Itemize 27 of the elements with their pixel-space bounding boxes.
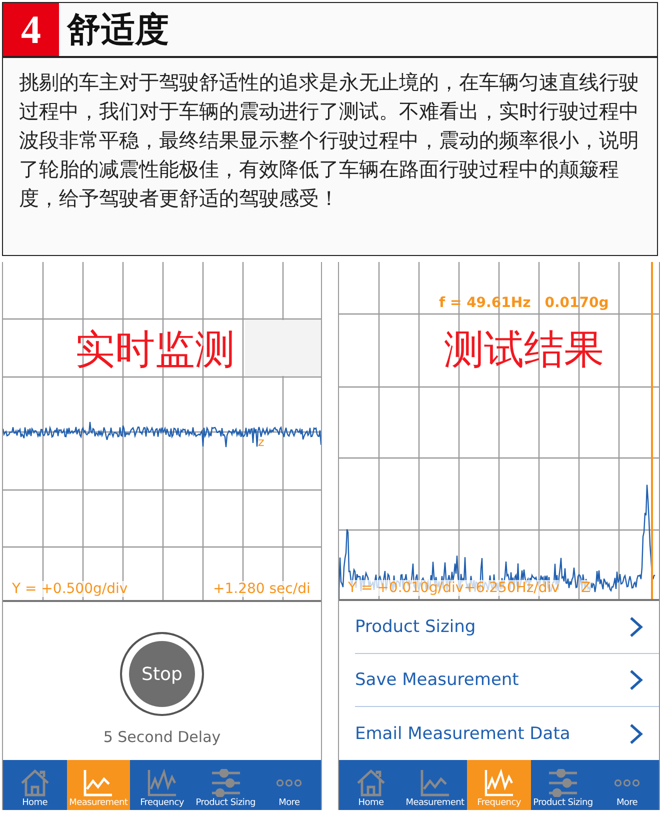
chevron-icon — [629, 616, 643, 638]
description-paragraph: 挑剔的车主对于驾驶舒适性的追求是永无止境的，在车辆匀速直线行驶过程中，我们对于车辆的震动进行了测试。不难看出，实时行驶过程中波段非常平稳，最终结果显示整个行驶过程中，震动的频率很小，说明了轮胎的减震性能极佳，有效降低了车辆在路面行驶过程中的颠簸程度，给予驾驶者更舒适的驾驶感受！ — [19, 69, 640, 212]
overlay-caption: 实时监测 — [75, 326, 235, 375]
frequency-readout: f = 49.61Hz — [439, 295, 531, 311]
stop-button[interactable]: Stop — [120, 632, 204, 716]
x-scale-label: +1.280 sec/di — [213, 581, 310, 597]
y-scale-label: Y = +0.010g/div — [348, 580, 464, 596]
line-chart-icon — [420, 769, 450, 797]
more-icon — [614, 779, 640, 787]
y-scale-label: Y = +0.500g/div — [12, 581, 128, 597]
section-number: 4 — [3, 3, 59, 56]
amplitude-readout: 0.0170g — [544, 295, 609, 311]
more-icon — [276, 779, 302, 787]
sliders-icon — [210, 769, 242, 797]
chevron-icon — [629, 722, 643, 745]
spike-chart-icon — [484, 769, 514, 797]
spike-chart-icon — [146, 769, 177, 797]
section-title: 舒适度 — [66, 8, 169, 52]
sliders-icon — [547, 769, 579, 797]
x-scale-label: +6.250Hz/div — [464, 580, 560, 596]
chevron-icon — [629, 669, 643, 692]
overlay-caption: 测试结果 — [444, 326, 604, 375]
delay-label: 5 Second Delay — [103, 728, 221, 746]
axis-marker: z — [258, 435, 264, 449]
line-chart-icon — [83, 769, 114, 797]
house-icon — [356, 769, 386, 797]
house-icon — [20, 769, 50, 797]
